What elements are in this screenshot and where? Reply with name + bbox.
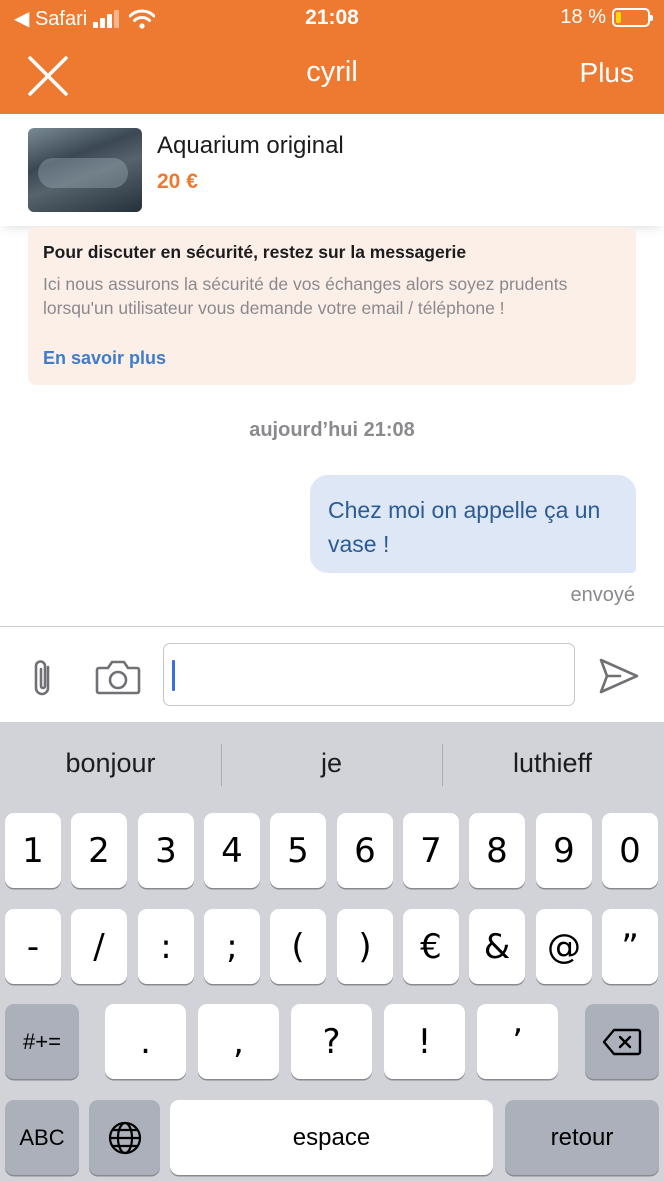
notice-title: Pour discuter en sécurité, restez sur la… (43, 242, 467, 262)
suggestion-1[interactable]: bonjour (0, 748, 221, 779)
message-bubble[interactable]: Chez moi on appelle ça un vase ! (310, 475, 636, 573)
message-status: envoyé (570, 584, 636, 606)
delete-icon (602, 1028, 642, 1055)
key-close-paren[interactable]: ) (337, 909, 393, 984)
key-slash[interactable]: / (71, 909, 127, 984)
message-input[interactable] (163, 643, 575, 706)
more-button[interactable]: Plus (580, 57, 634, 89)
camera-icon[interactable] (95, 659, 141, 695)
text-caret (172, 660, 175, 691)
key-semicolon[interactable]: ; (204, 909, 260, 984)
key-exclamation[interactable]: ! (384, 1004, 465, 1079)
suggestion-3[interactable]: luthieff (442, 748, 663, 779)
key-3[interactable]: 3 (138, 813, 194, 888)
key-0[interactable]: 0 (602, 813, 658, 888)
product-name: Aquarium original (157, 132, 344, 159)
key-euro[interactable]: € (403, 909, 459, 984)
key-5[interactable]: 5 (270, 813, 326, 888)
key-space[interactable]: espace (170, 1100, 493, 1175)
key-2[interactable]: 2 (71, 813, 127, 888)
key-quote[interactable]: ” (602, 909, 658, 984)
suggestion-2[interactable]: je (221, 748, 442, 779)
key-more-symbols[interactable]: #+= (5, 1004, 79, 1079)
safety-notice: Pour discuter en sécurité, restez sur la… (28, 227, 636, 385)
battery-percent: 18 % (560, 6, 606, 28)
key-delete[interactable] (585, 1004, 659, 1079)
key-ampersand[interactable]: & (469, 909, 525, 984)
status-bar: ◀ Safari 21:08 18 % (0, 0, 664, 36)
paperclip-icon[interactable] (26, 657, 62, 699)
keyboard: bonjour je luthieff 1 2 3 4 5 6 7 8 9 0 … (0, 722, 664, 1181)
key-hyphen[interactable]: - (5, 909, 61, 984)
key-comma[interactable]: , (198, 1004, 279, 1079)
conversation-title: cyril (306, 56, 358, 88)
key-apostrophe[interactable]: ’ (477, 1004, 558, 1079)
key-7[interactable]: 7 (403, 813, 459, 888)
learn-more-link[interactable]: En savoir plus (43, 348, 166, 369)
product-price: 20 € (157, 170, 198, 193)
send-icon[interactable] (598, 657, 640, 695)
key-1[interactable]: 1 (5, 813, 61, 888)
notice-body: Ici nous assurons la sécurité de vos éch… (43, 274, 568, 318)
key-4[interactable]: 4 (204, 813, 260, 888)
globe-icon (108, 1121, 141, 1154)
suggestion-bar: bonjour je luthieff (0, 722, 664, 808)
product-card[interactable]: Aquarium original 20 € (0, 114, 664, 226)
key-6[interactable]: 6 (337, 813, 393, 888)
battery-icon (612, 8, 653, 27)
key-question[interactable]: ? (291, 1004, 372, 1079)
key-abc[interactable]: ABC (5, 1100, 79, 1175)
key-return[interactable]: retour (505, 1100, 659, 1175)
message-composer (0, 626, 664, 722)
key-colon[interactable]: : (138, 909, 194, 984)
top-bar: ◀ Safari 21:08 18 % cyril Plus (0, 0, 664, 114)
product-thumbnail (28, 128, 142, 212)
status-right: 18 % (560, 6, 653, 29)
key-9[interactable]: 9 (536, 813, 592, 888)
key-8[interactable]: 8 (469, 813, 525, 888)
key-at[interactable]: @ (536, 909, 592, 984)
key-period[interactable]: . (105, 1004, 186, 1079)
message-timestamp: aujourd’hui 21:08 (249, 419, 415, 441)
key-open-paren[interactable]: ( (270, 909, 326, 984)
key-globe[interactable] (89, 1100, 160, 1175)
